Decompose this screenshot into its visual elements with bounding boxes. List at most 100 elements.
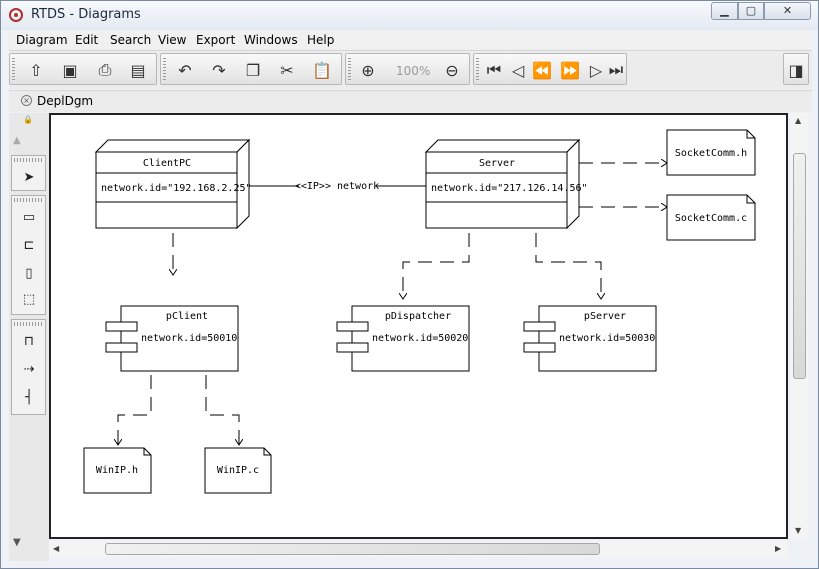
- toolbar-grip[interactable]: [163, 58, 166, 82]
- file-toolbar-group: ⇧ ▣ ⎙ ▤: [9, 53, 157, 85]
- last-icon[interactable]: ⏭: [604, 58, 628, 82]
- dependency-server-pserver[interactable]: [535, 233, 601, 299]
- maximize-button[interactable]: ▢: [738, 2, 764, 20]
- node-attribute: network.id="217.126.14.56": [431, 183, 588, 194]
- dependency-server-pdispatcher[interactable]: [403, 233, 470, 299]
- tab-depldgm[interactable]: DeplDgm: [37, 94, 93, 108]
- file-winip-h[interactable]: WinIP.h: [83, 447, 152, 494]
- paste-icon[interactable]: 📋: [310, 58, 334, 82]
- menu-export[interactable]: Export: [196, 33, 235, 47]
- scroll-up-arrow-icon[interactable]: ▲: [795, 116, 801, 125]
- navigation-toolbar-group: ⏮ ◁ ⏪ ⏩ ▷ ⏭: [473, 53, 627, 85]
- menu-edit[interactable]: Edit: [75, 33, 98, 47]
- scroll-left-arrow-icon[interactable]: ◀: [53, 544, 59, 553]
- scroll-right-arrow-icon[interactable]: ▶: [775, 544, 781, 553]
- next-page-icon[interactable]: ⏩: [558, 58, 582, 82]
- file-winip-c[interactable]: WinIP.c: [204, 447, 272, 494]
- vertical-scrollbar[interactable]: ▲ ▼: [791, 113, 808, 539]
- deployment-diagram: ClientPC network.id="192.168.2.25" Serve…: [83, 129, 756, 494]
- zoom-in-icon[interactable]: ⊕: [356, 58, 380, 82]
- print-icon[interactable]: ⎙: [93, 58, 117, 82]
- file-tool-icon[interactable]: ▯: [16, 262, 42, 284]
- diagram-canvas[interactable]: ClientPC network.id="192.168.2.25" Serve…: [49, 113, 788, 539]
- frame-tool-icon[interactable]: ⬚: [16, 288, 42, 310]
- component-title: pServer: [584, 311, 626, 322]
- component-pclient[interactable]: pClient network.id=50010: [105, 305, 239, 372]
- menu-view[interactable]: View: [158, 33, 186, 47]
- menu-help[interactable]: Help: [307, 33, 334, 47]
- file-name: SocketComm.c: [675, 213, 747, 224]
- dependency-pclient-winip-c[interactable]: [205, 375, 239, 445]
- palette-grip[interactable]: [14, 198, 43, 202]
- scroll-down-arrow-icon[interactable]: ▼: [795, 526, 801, 535]
- first-icon[interactable]: ⏮: [482, 58, 506, 82]
- horizontal-scroll-thumb[interactable]: [105, 543, 600, 555]
- panel-toggle-icon[interactable]: ◨: [784, 58, 808, 82]
- tool-palette: 🔒 ▲ ➤ ▭ ⊏ ▯ ⬚ ⊓ ⇢ ┤ ▼: [9, 113, 49, 561]
- zoom-toolbar-group: ⊕ 100% ⊖: [345, 53, 470, 85]
- window-title: RTDS - Diagrams: [31, 7, 141, 22]
- properties-icon[interactable]: ▤: [126, 58, 150, 82]
- component-pserver[interactable]: pServer network.id=50030: [523, 305, 657, 372]
- file-name: WinIP.h: [96, 465, 138, 476]
- component-tool-icon[interactable]: ⊏: [16, 234, 42, 256]
- dependency-pclient-winip-h[interactable]: [118, 375, 152, 445]
- toolbar-grip[interactable]: [12, 58, 15, 82]
- app-logo-icon: [9, 8, 23, 22]
- element-tool-group: ▭ ⊏ ▯ ⬚: [11, 195, 46, 315]
- toolbar: ⇧ ▣ ⎙ ▤ ↶ ↷ ❐ ✂ 📋 ⊕ 100% ⊖ ⏮ ◁ ⏪ ⏩ ▷ ⏭ ◨: [9, 51, 812, 89]
- tab-close-icon[interactable]: ×: [21, 95, 32, 106]
- connection-tool-icon[interactable]: ⊓: [16, 330, 42, 352]
- minimize-button[interactable]: ▁: [711, 2, 738, 20]
- palette-grip[interactable]: [14, 322, 43, 326]
- cut-icon[interactable]: ✂: [275, 58, 299, 82]
- vertical-scroll-thumb[interactable]: [793, 153, 806, 379]
- redo-icon[interactable]: ↷: [207, 58, 231, 82]
- palette-grip[interactable]: [14, 158, 43, 162]
- component-title: pClient: [166, 311, 208, 322]
- component-title: pDispatcher: [385, 311, 451, 322]
- file-name: WinIP.c: [217, 465, 259, 476]
- zoom-level: 100%: [396, 64, 431, 78]
- node-server[interactable]: Server network.id="217.126.14.56": [424, 138, 588, 230]
- node-attribute: network.id="192.168.2.25": [101, 183, 252, 194]
- previous-icon[interactable]: ◁: [506, 58, 530, 82]
- node-title: Server: [479, 158, 515, 169]
- title-bar: RTDS - Diagrams ▁ ▢ ✕: [1, 1, 818, 30]
- network-link[interactable]: <<IP>> network: [249, 181, 426, 192]
- tab-bar: × DeplDgm: [9, 90, 812, 112]
- file-socketcomm-h[interactable]: SocketComm.h: [666, 129, 756, 176]
- horizontal-scrollbar[interactable]: ◀ ▶: [49, 541, 788, 557]
- dependency-tool-icon[interactable]: ⇢: [16, 358, 42, 380]
- node-tool-icon[interactable]: ▭: [16, 206, 42, 228]
- undo-icon[interactable]: ↶: [173, 58, 197, 82]
- app-window: RTDS - Diagrams ▁ ▢ ✕ Diagram Edit Searc…: [0, 0, 819, 569]
- association-tool-icon[interactable]: ┤: [16, 386, 42, 408]
- pointer-icon[interactable]: ➤: [16, 166, 42, 188]
- scroll-down-icon[interactable]: ▼: [13, 537, 21, 548]
- menu-bar: Diagram Edit Search View Export Windows …: [9, 31, 812, 51]
- select-tool-group: ➤: [11, 155, 46, 191]
- toolbar-grip[interactable]: [348, 58, 351, 82]
- close-button[interactable]: ✕: [764, 2, 811, 20]
- node-title: ClientPC: [143, 158, 191, 169]
- lock-icon[interactable]: 🔒: [23, 115, 33, 124]
- up-arrow-icon[interactable]: ⇧: [24, 58, 48, 82]
- copy-icon[interactable]: ❐: [241, 58, 265, 82]
- file-socketcomm-c[interactable]: SocketComm.c: [666, 194, 756, 241]
- previous-page-icon[interactable]: ⏪: [530, 58, 554, 82]
- edit-toolbar-group: ↶ ↷ ❐ ✂ 📋: [160, 53, 342, 85]
- component-pdispatcher[interactable]: pDispatcher network.id=50020: [336, 305, 470, 372]
- component-attribute: network.id=50030: [559, 333, 655, 344]
- scroll-up-icon[interactable]: ▲: [13, 135, 21, 146]
- link-label: <<IP>> network: [295, 181, 379, 192]
- zoom-out-icon[interactable]: ⊖: [440, 58, 464, 82]
- menu-diagram[interactable]: Diagram: [16, 33, 68, 47]
- menu-search[interactable]: Search: [110, 33, 151, 47]
- link-tool-group: ⊓ ⇢ ┤: [11, 319, 46, 415]
- panel-toggle-group: ◨: [783, 53, 809, 85]
- save-icon[interactable]: ▣: [58, 58, 82, 82]
- node-clientpc[interactable]: ClientPC network.id="192.168.2.25": [94, 138, 252, 230]
- toolbar-grip[interactable]: [476, 58, 479, 82]
- menu-windows[interactable]: Windows: [244, 33, 298, 47]
